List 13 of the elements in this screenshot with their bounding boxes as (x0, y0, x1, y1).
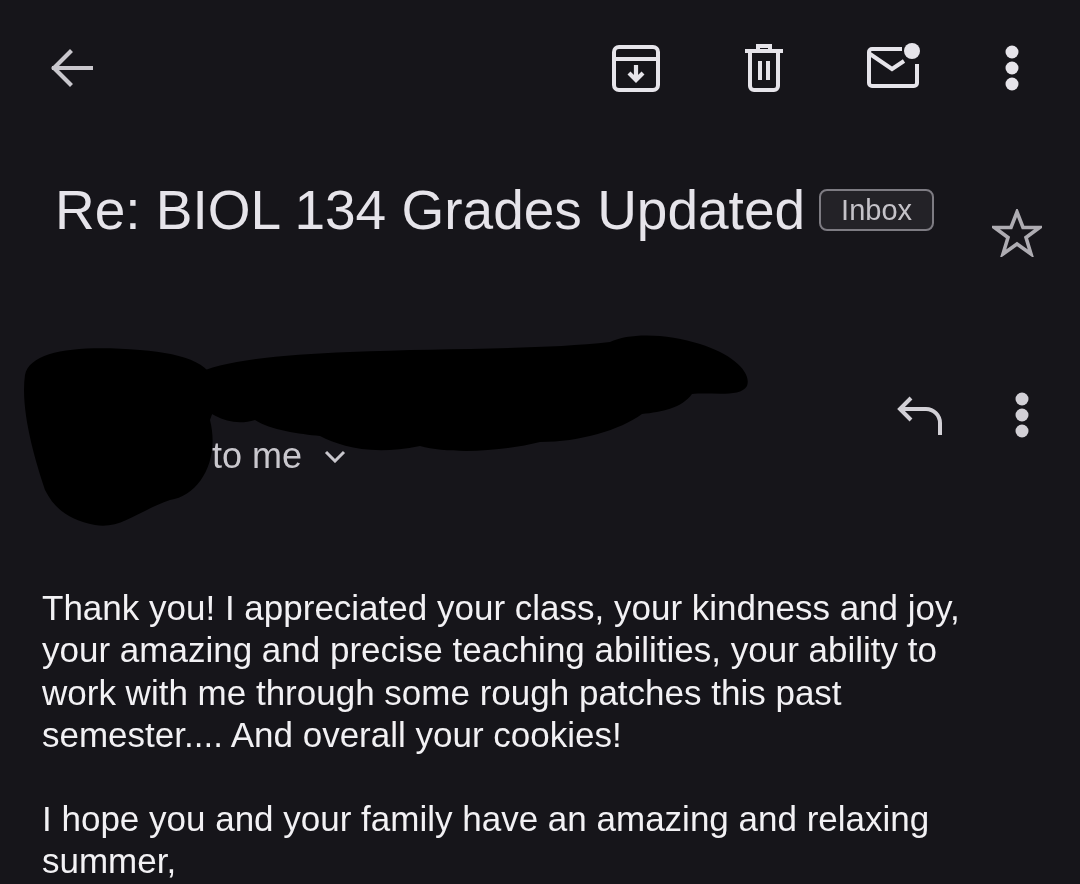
more-vertical-icon (1014, 392, 1030, 438)
envelope-dot-icon (866, 42, 922, 90)
star-icon[interactable] (992, 209, 1042, 257)
recipients-toggle[interactable]: to me (212, 435, 347, 477)
trash-icon (745, 44, 783, 92)
email-subject: Re: BIOL 134 Grades Updated (55, 178, 806, 243)
message-paragraph: I hope you and your family have an amazing and relaxing summer, (42, 798, 931, 883)
back-arrow-icon (49, 49, 93, 87)
inbox-label[interactable]: Inbox (819, 189, 935, 231)
reply-icon (896, 395, 944, 435)
message-paragraph: Thank you! I appreciated your class, your kindness and joy, your amazing and precise teaching abilities, your ability to work with me through some rough patches this past semester.... And overall your cookies! (42, 587, 961, 756)
more-vertical-icon (1004, 45, 1020, 91)
archive-icon (612, 44, 660, 92)
